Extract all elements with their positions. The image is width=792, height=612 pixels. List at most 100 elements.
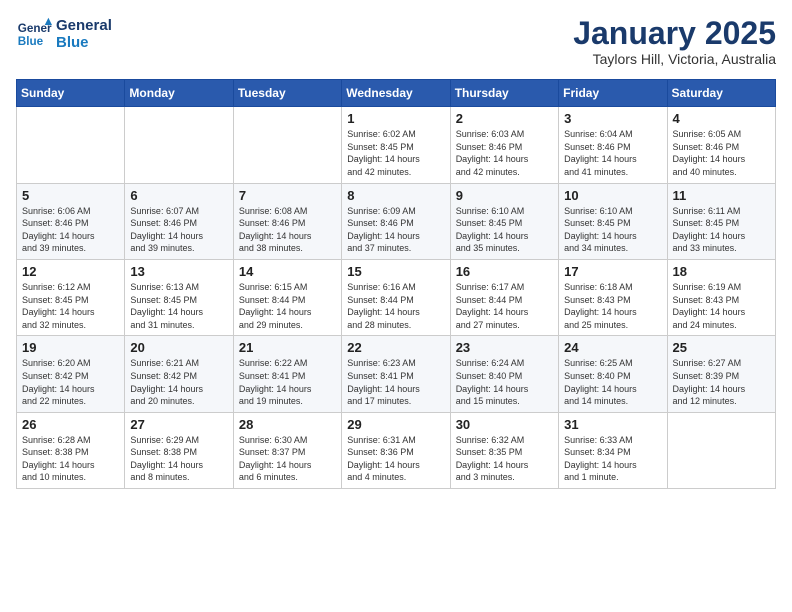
day-info: Sunrise: 6:10 AM Sunset: 8:45 PM Dayligh… bbox=[564, 205, 661, 255]
day-info: Sunrise: 6:18 AM Sunset: 8:43 PM Dayligh… bbox=[564, 281, 661, 331]
calendar-cell: 20 Sunrise: 6:21 AM Sunset: 8:42 PM Dayli… bbox=[125, 336, 233, 412]
calendar-week-row: 5Sunrise: 6:06 AM Sunset: 8:46 PM Daylig… bbox=[17, 183, 776, 259]
logo-blue: Blue bbox=[56, 34, 112, 51]
day-info: Sunrise: 6:29 AM Sunset: 8:38 PM Dayligh… bbox=[130, 434, 227, 484]
calendar-cell: 26 Sunrise: 6:28 AM Sunset: 8:38 PM Dayli… bbox=[17, 412, 125, 488]
calendar-cell bbox=[233, 107, 341, 183]
day-number: 8 bbox=[347, 188, 444, 203]
calendar-week-row: 12 Sunrise: 6:12 AM Sunset: 8:45 PM Dayli… bbox=[17, 259, 776, 335]
svg-text:Blue: Blue bbox=[18, 35, 44, 48]
day-info: Sunrise: 6:28 AM Sunset: 8:38 PM Dayligh… bbox=[22, 434, 119, 484]
day-info: Sunrise: 6:13 AM Sunset: 8:45 PM Dayligh… bbox=[130, 281, 227, 331]
calendar-cell: 1 Sunrise: 6:02 AM Sunset: 8:45 PM Daylig… bbox=[342, 107, 450, 183]
day-number: 27 bbox=[130, 417, 227, 432]
day-number: 9 bbox=[456, 188, 553, 203]
day-number: 21 bbox=[239, 340, 336, 355]
calendar-cell: 7 Sunrise: 6:08 AM Sunset: 8:46 PM Daylig… bbox=[233, 183, 341, 259]
day-info: Sunrise: 6:09 AM Sunset: 8:46 PM Dayligh… bbox=[347, 205, 444, 255]
day-number: 20 bbox=[130, 340, 227, 355]
day-number: 3 bbox=[564, 111, 661, 126]
day-number: 13 bbox=[130, 264, 227, 279]
day-number: 30 bbox=[456, 417, 553, 432]
day-header-monday: Monday bbox=[125, 80, 233, 107]
calendar-cell: 25 Sunrise: 6:27 AM Sunset: 8:39 PM Dayli… bbox=[667, 336, 775, 412]
day-info: Sunrise: 6:08 AM Sunset: 8:46 PM Dayligh… bbox=[239, 205, 336, 255]
calendar-cell: 6Sunrise: 6:07 AM Sunset: 8:46 PM Daylig… bbox=[125, 183, 233, 259]
day-number: 31 bbox=[564, 417, 661, 432]
day-number: 24 bbox=[564, 340, 661, 355]
day-info: Sunrise: 6:04 AM Sunset: 8:46 PM Dayligh… bbox=[564, 128, 661, 178]
calendar-cell: 22Sunrise: 6:23 AM Sunset: 8:41 PM Dayli… bbox=[342, 336, 450, 412]
day-info: Sunrise: 6:21 AM Sunset: 8:42 PM Dayligh… bbox=[130, 357, 227, 407]
day-info: Sunrise: 6:02 AM Sunset: 8:45 PM Dayligh… bbox=[347, 128, 444, 178]
calendar-cell: 3 Sunrise: 6:04 AM Sunset: 8:46 PM Daylig… bbox=[559, 107, 667, 183]
day-header-friday: Friday bbox=[559, 80, 667, 107]
day-header-saturday: Saturday bbox=[667, 80, 775, 107]
day-number: 28 bbox=[239, 417, 336, 432]
calendar-cell: 29Sunrise: 6:31 AM Sunset: 8:36 PM Dayli… bbox=[342, 412, 450, 488]
day-info: Sunrise: 6:10 AM Sunset: 8:45 PM Dayligh… bbox=[456, 205, 553, 255]
calendar-cell bbox=[125, 107, 233, 183]
calendar-table: SundayMondayTuesdayWednesdayThursdayFrid… bbox=[16, 79, 776, 489]
title-block: January 2025 Taylors Hill, Victoria, Aus… bbox=[573, 16, 776, 67]
day-info: Sunrise: 6:22 AM Sunset: 8:41 PM Dayligh… bbox=[239, 357, 336, 407]
calendar-cell: 23 Sunrise: 6:24 AM Sunset: 8:40 PM Dayli… bbox=[450, 336, 558, 412]
day-number: 12 bbox=[22, 264, 119, 279]
day-header-wednesday: Wednesday bbox=[342, 80, 450, 107]
month-title: January 2025 bbox=[573, 16, 776, 51]
calendar-week-row: 19 Sunrise: 6:20 AM Sunset: 8:42 PM Dayli… bbox=[17, 336, 776, 412]
day-info: Sunrise: 6:17 AM Sunset: 8:44 PM Dayligh… bbox=[456, 281, 553, 331]
day-number: 7 bbox=[239, 188, 336, 203]
calendar-cell: 17 Sunrise: 6:18 AM Sunset: 8:43 PM Dayli… bbox=[559, 259, 667, 335]
day-info: Sunrise: 6:31 AM Sunset: 8:36 PM Dayligh… bbox=[347, 434, 444, 484]
calendar-cell: 27 Sunrise: 6:29 AM Sunset: 8:38 PM Dayli… bbox=[125, 412, 233, 488]
day-info: Sunrise: 6:06 AM Sunset: 8:46 PM Dayligh… bbox=[22, 205, 119, 255]
day-info: Sunrise: 6:25 AM Sunset: 8:40 PM Dayligh… bbox=[564, 357, 661, 407]
day-info: Sunrise: 6:33 AM Sunset: 8:34 PM Dayligh… bbox=[564, 434, 661, 484]
calendar-cell: 2 Sunrise: 6:03 AM Sunset: 8:46 PM Daylig… bbox=[450, 107, 558, 183]
day-number: 23 bbox=[456, 340, 553, 355]
day-number: 2 bbox=[456, 111, 553, 126]
day-number: 4 bbox=[673, 111, 770, 126]
calendar-cell: 14 Sunrise: 6:15 AM Sunset: 8:44 PM Dayli… bbox=[233, 259, 341, 335]
calendar-cell: 30 Sunrise: 6:32 AM Sunset: 8:35 PM Dayli… bbox=[450, 412, 558, 488]
calendar-cell: 19 Sunrise: 6:20 AM Sunset: 8:42 PM Dayli… bbox=[17, 336, 125, 412]
calendar-header-row: SundayMondayTuesdayWednesdayThursdayFrid… bbox=[17, 80, 776, 107]
calendar-cell: 12 Sunrise: 6:12 AM Sunset: 8:45 PM Dayli… bbox=[17, 259, 125, 335]
location-subtitle: Taylors Hill, Victoria, Australia bbox=[573, 51, 776, 67]
calendar-cell: 16 Sunrise: 6:17 AM Sunset: 8:44 PM Dayli… bbox=[450, 259, 558, 335]
day-info: Sunrise: 6:24 AM Sunset: 8:40 PM Dayligh… bbox=[456, 357, 553, 407]
day-info: Sunrise: 6:27 AM Sunset: 8:39 PM Dayligh… bbox=[673, 357, 770, 407]
calendar-cell: 4Sunrise: 6:05 AM Sunset: 8:46 PM Daylig… bbox=[667, 107, 775, 183]
page-header: General Blue General Blue January 2025 T… bbox=[16, 16, 776, 67]
calendar-cell: 8 Sunrise: 6:09 AM Sunset: 8:46 PM Daylig… bbox=[342, 183, 450, 259]
day-info: Sunrise: 6:15 AM Sunset: 8:44 PM Dayligh… bbox=[239, 281, 336, 331]
calendar-week-row: 1 Sunrise: 6:02 AM Sunset: 8:45 PM Daylig… bbox=[17, 107, 776, 183]
day-number: 18 bbox=[673, 264, 770, 279]
calendar-cell: 9 Sunrise: 6:10 AM Sunset: 8:45 PM Daylig… bbox=[450, 183, 558, 259]
day-number: 16 bbox=[456, 264, 553, 279]
day-number: 10 bbox=[564, 188, 661, 203]
calendar-cell: 11 Sunrise: 6:11 AM Sunset: 8:45 PM Dayli… bbox=[667, 183, 775, 259]
calendar-cell: 5Sunrise: 6:06 AM Sunset: 8:46 PM Daylig… bbox=[17, 183, 125, 259]
day-info: Sunrise: 6:23 AM Sunset: 8:41 PM Dayligh… bbox=[347, 357, 444, 407]
calendar-cell: 18Sunrise: 6:19 AM Sunset: 8:43 PM Dayli… bbox=[667, 259, 775, 335]
day-header-thursday: Thursday bbox=[450, 80, 558, 107]
day-info: Sunrise: 6:32 AM Sunset: 8:35 PM Dayligh… bbox=[456, 434, 553, 484]
day-info: Sunrise: 6:12 AM Sunset: 8:45 PM Dayligh… bbox=[22, 281, 119, 331]
day-number: 26 bbox=[22, 417, 119, 432]
day-number: 1 bbox=[347, 111, 444, 126]
day-info: Sunrise: 6:20 AM Sunset: 8:42 PM Dayligh… bbox=[22, 357, 119, 407]
day-number: 11 bbox=[673, 188, 770, 203]
calendar-cell bbox=[667, 412, 775, 488]
day-number: 25 bbox=[673, 340, 770, 355]
calendar-cell: 21 Sunrise: 6:22 AM Sunset: 8:41 PM Dayli… bbox=[233, 336, 341, 412]
day-number: 17 bbox=[564, 264, 661, 279]
calendar-cell: 15Sunrise: 6:16 AM Sunset: 8:44 PM Dayli… bbox=[342, 259, 450, 335]
logo: General Blue General Blue bbox=[16, 16, 112, 52]
day-info: Sunrise: 6:07 AM Sunset: 8:46 PM Dayligh… bbox=[130, 205, 227, 255]
day-number: 19 bbox=[22, 340, 119, 355]
day-info: Sunrise: 6:11 AM Sunset: 8:45 PM Dayligh… bbox=[673, 205, 770, 255]
day-number: 14 bbox=[239, 264, 336, 279]
day-info: Sunrise: 6:03 AM Sunset: 8:46 PM Dayligh… bbox=[456, 128, 553, 178]
